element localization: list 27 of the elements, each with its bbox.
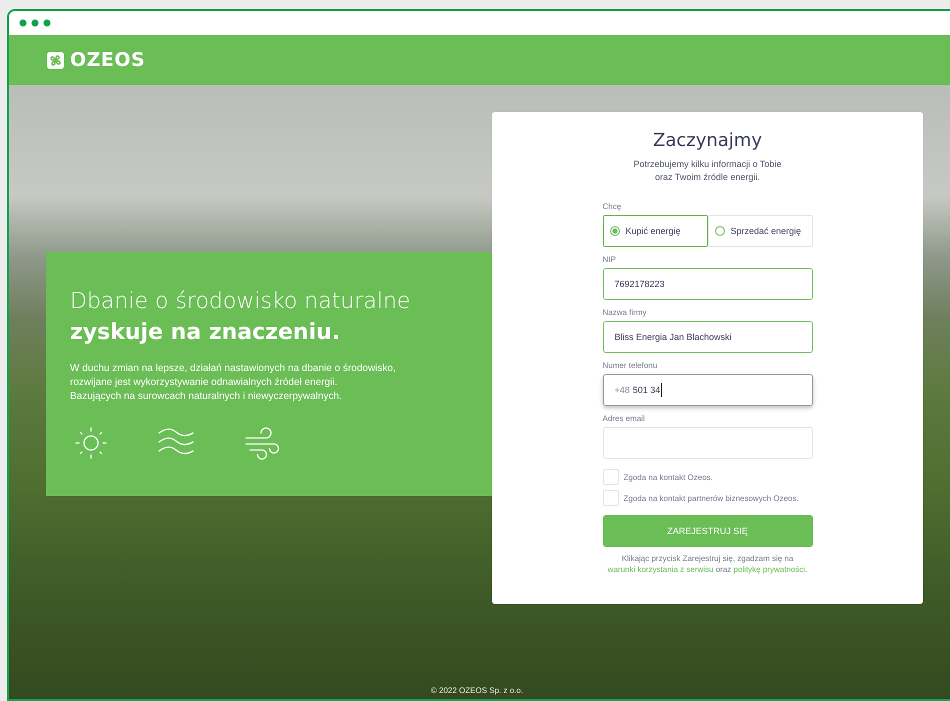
- radio-option[interactable]: Sprzedać energię: [708, 215, 812, 247]
- input-field[interactable]: [602, 427, 812, 459]
- checkbox-label: Zgoda na kontakt Ozeos.: [624, 472, 713, 482]
- hero-paragraph: W duchu zmian na lepsze, działań nastawionych na dbanie o środowisko, rozwijane jest wykorzystywanie odnawialnych źródeł energii. Bazujących na surowcach naturalnych i niewyczerpywalnych.: [70, 362, 397, 404]
- legal-text: Klikając przycisk Zarejestruj się, zgadzam się na warunki korzystania z serwisu oraz politykę prywatności.: [606, 553, 808, 575]
- logo-icon: [47, 52, 64, 68]
- form-title: Zaczynajmy: [653, 130, 762, 151]
- input-field[interactable]: Bliss Energia Jan Blachowski: [602, 321, 812, 353]
- checkbox-label: Zgoda na kontakt partnerów biznesowych Ozeos.: [624, 494, 799, 502]
- radio-option[interactable]: Kupić energię: [602, 215, 708, 247]
- form-subtitle: Potrzebujemy kilku informacji o Tobie oraz Twoim źródle energii.: [634, 158, 782, 184]
- wind-icon: [244, 426, 280, 460]
- hero-heading: Dbanie o środowisko naturalne zyskuje na znaczeniu.: [70, 288, 412, 347]
- input-field[interactable]: +48 501 34: [602, 374, 812, 406]
- field-label: Nazwa firmy: [602, 308, 648, 317]
- checkbox[interactable]: [602, 469, 618, 485]
- input-field[interactable]: 7692178223: [602, 268, 812, 300]
- field-label: Adres email: [602, 414, 646, 423]
- radio-icon: [714, 226, 724, 236]
- copyright-text: © 2022 OZEOS Sp. z o.o.: [430, 686, 524, 695]
- checkbox[interactable]: [602, 490, 618, 506]
- window-dots-icon: [19, 19, 51, 27]
- sun-icon: [74, 426, 108, 460]
- radio-icon: [610, 226, 620, 236]
- field-label: Numer telefonu: [602, 361, 658, 370]
- field-label: NIP: [602, 255, 617, 264]
- field-label: Chcę: [602, 202, 622, 211]
